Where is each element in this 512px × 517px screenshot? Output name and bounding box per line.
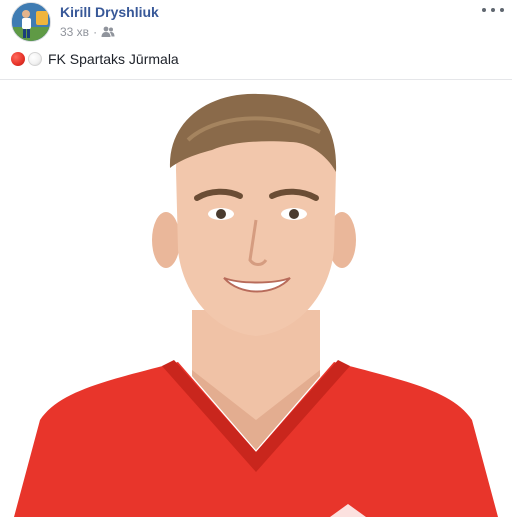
post-photo[interactable] xyxy=(0,80,512,517)
post-body: FK Spartaks Jūrmala xyxy=(11,51,179,67)
post-meta: 33 хв · xyxy=(60,24,115,40)
more-dot xyxy=(482,8,486,12)
friends-icon[interactable] xyxy=(101,26,115,38)
meta-separator: · xyxy=(93,25,98,39)
more-dot xyxy=(491,8,495,12)
facebook-post: Kirill Dryshliuk 33 хв · FK Spartaks Jūr… xyxy=(0,0,512,517)
red-circle-emoji-icon xyxy=(11,52,25,66)
more-dot xyxy=(500,8,504,12)
post-header: Kirill Dryshliuk 33 хв · xyxy=(0,0,512,46)
more-options-icon[interactable] xyxy=(482,4,504,16)
author-avatar[interactable] xyxy=(11,2,51,42)
post-time[interactable]: 33 хв xyxy=(60,25,89,39)
author-name[interactable]: Kirill Dryshliuk xyxy=(60,4,159,20)
post-text: FK Spartaks Jūrmala xyxy=(48,51,179,67)
white-circle-emoji-icon xyxy=(28,52,42,66)
player-portrait-image xyxy=(14,93,498,517)
